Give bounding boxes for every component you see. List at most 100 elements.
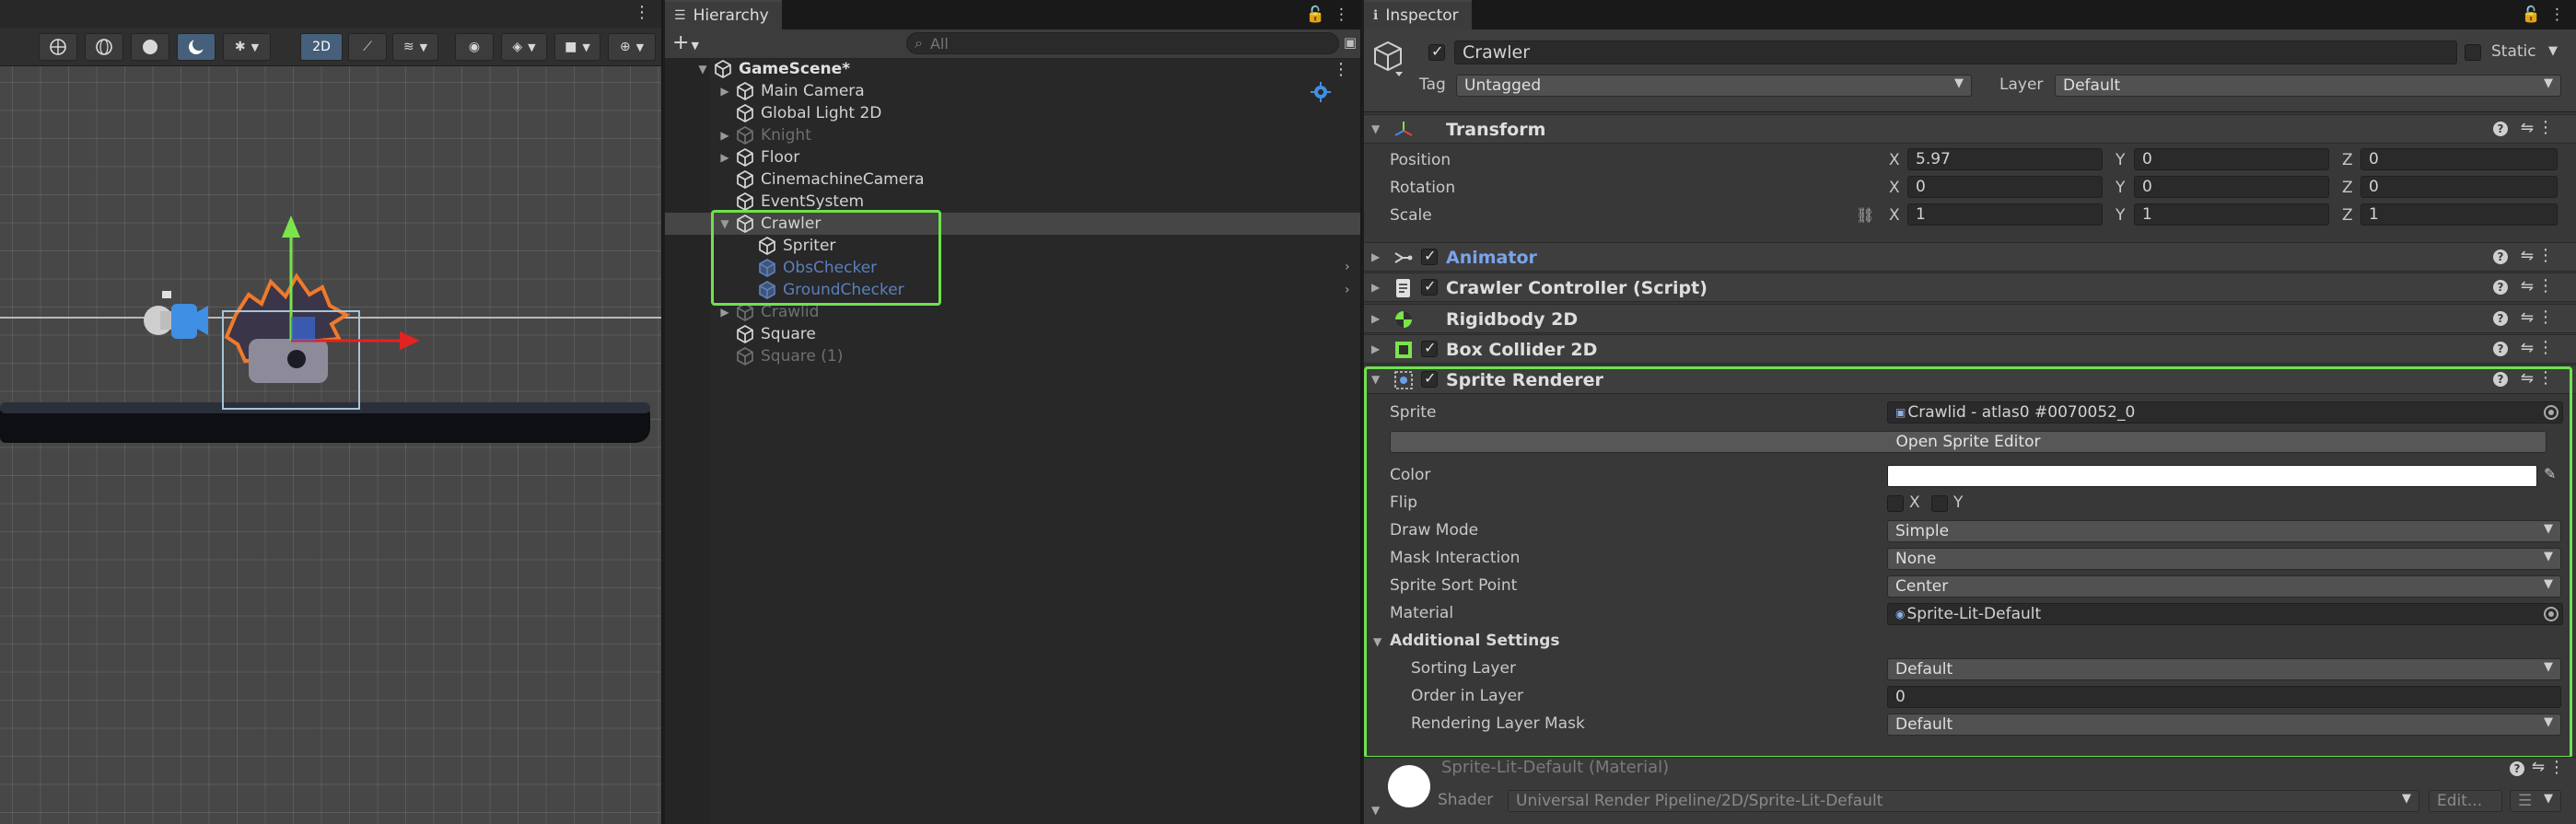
more-menu-icon[interactable]: ⋮ [634, 3, 650, 22]
position-z-field[interactable]: 0 [2360, 148, 2558, 170]
hierarchy-item[interactable]: CinemachineCamera [665, 168, 1360, 191]
hierarchy-item[interactable]: ▼ Crawler [665, 213, 1360, 235]
hierarchy-item[interactable]: Square (1) [665, 345, 1360, 367]
hierarchy-item[interactable]: ▶ Knight [665, 124, 1360, 146]
edit-shader-button[interactable]: Edit... [2429, 790, 2502, 812]
scale-z-field[interactable]: 1 [2360, 203, 2558, 226]
scale-y-field[interactable]: 1 [2134, 203, 2329, 226]
foldout-open-icon[interactable]: ▼ [718, 217, 731, 230]
object-name-field[interactable]: Crawler [1454, 41, 2457, 64]
sprite-renderer-header[interactable]: ▼ Sprite Renderer ? ⇋ ⋮ [1364, 365, 2576, 394]
scene-layers-button[interactable]: ◈ ▼ [501, 33, 547, 61]
presets-icon[interactable]: ⇋ [2532, 758, 2545, 776]
view-tool-button-4[interactable] [177, 33, 216, 61]
layer-dropdown[interactable]: Default ▼ [2055, 75, 2561, 97]
eyedropper-icon[interactable]: ✎ [2544, 465, 2556, 482]
static-checkbox[interactable] [2465, 44, 2481, 61]
presets-icon[interactable]: ⇋ [2521, 308, 2534, 327]
material-object-field[interactable]: ◉ Sprite-Lit-Default [1887, 603, 2563, 625]
position-x-field[interactable]: 5.97 [1907, 148, 2103, 170]
foldout-open-icon[interactable]: ▼ [696, 63, 709, 75]
sprite-object-field[interactable]: ▣ Crawlid - atlas0 #0070052_0 [1887, 401, 2563, 424]
lighting-toggle-button[interactable]: ⟋ [348, 33, 387, 61]
more-menu-icon[interactable]: ⋮ [2549, 6, 2565, 24]
hierarchy-item[interactable]: GroundChecker [665, 279, 1360, 301]
foldout-closed-icon[interactable]: ▶ [1371, 342, 1380, 355]
camera-settings-button[interactable]: ■ ▼ [554, 33, 600, 61]
component-menu-icon[interactable]: ⋮ [2537, 276, 2554, 296]
gizmos-button[interactable]: ⊕ ▼ [608, 33, 656, 61]
object-picker-icon[interactable] [2544, 405, 2559, 420]
collider-header[interactable]: ▶ Box Collider 2D ? ⇋ ⋮ [1364, 334, 2576, 364]
sorting-layer-dropdown[interactable]: Default ▼ [1887, 658, 2561, 680]
audio-toggle-button[interactable]: ≋ ▼ [392, 33, 438, 61]
position-y-field[interactable]: 0 [2134, 148, 2329, 170]
presets-icon[interactable]: ⇋ [2521, 277, 2534, 296]
transform-header[interactable]: ▼ Transform ? ⇋ ⋮ [1364, 114, 2576, 144]
filter-icon[interactable]: ▣ [1344, 34, 1357, 51]
foldout-closed-icon[interactable]: ▶ [718, 129, 731, 142]
component-menu-icon[interactable]: ⋮ [2548, 758, 2565, 777]
controller-enabled-checkbox[interactable] [1421, 277, 1438, 296]
sprite-renderer-enabled-checkbox[interactable] [1421, 369, 1438, 388]
rotation-z-field[interactable]: 0 [2360, 176, 2558, 198]
lock-icon[interactable]: 🔓 [1306, 6, 1325, 24]
foldout-closed-icon[interactable]: ▶ [1371, 312, 1380, 325]
foldout-closed-icon[interactable]: ▶ [718, 306, 731, 319]
component-menu-icon[interactable]: ⋮ [2537, 338, 2554, 357]
component-menu-icon[interactable]: ⋮ [2537, 246, 2554, 265]
hierarchy-item[interactable]: ▶ Floor [665, 146, 1360, 168]
foldout-open-icon[interactable]: ▼ [1371, 804, 1380, 817]
presets-icon[interactable]: ⇋ [2521, 369, 2534, 388]
help-icon[interactable]: ? [2493, 311, 2508, 326]
presets-icon[interactable]: ⇋ [2521, 119, 2534, 137]
rotation-x-field[interactable]: 0 [1907, 176, 2103, 198]
controller-header[interactable]: ▶ Crawler Controller (Script) ? ⇋ ⋮ [1364, 273, 2576, 302]
view-tool-button-2[interactable] [85, 33, 123, 61]
shader-dropdown[interactable]: Universal Render Pipeline/2D/Sprite-Lit-… [1508, 790, 2419, 812]
draw-mode-dropdown[interactable]: Simple ▼ [1887, 520, 2561, 542]
flip-y-checkbox[interactable] [1931, 495, 1948, 512]
rendering-layer-mask-dropdown[interactable]: Default ▼ [1887, 714, 2561, 736]
help-icon[interactable]: ? [2493, 342, 2508, 356]
hierarchy-item[interactable]: Spriter [665, 235, 1360, 257]
hierarchy-search[interactable]: ⌕ [906, 32, 1339, 54]
order-in-layer-field[interactable]: 0 [1887, 686, 2561, 708]
component-menu-icon[interactable]: ⋮ [2537, 368, 2554, 388]
help-icon[interactable]: ? [2493, 250, 2508, 264]
tab-hierarchy[interactable]: ☰ Hierarchy [665, 0, 782, 29]
flip-x-checkbox[interactable] [1887, 495, 1904, 512]
visibility-button[interactable]: ◉ [455, 33, 494, 61]
scene-view[interactable]: ⋮ ✱ ▼ 2D ⟋ ≋ ▼ ◉ ◈ ▼ ■ ▼ ⊕ ▼ [0, 0, 663, 824]
foldout-open-icon[interactable]: ▼ [1371, 373, 1380, 386]
help-icon[interactable]: ? [2493, 280, 2508, 295]
scene-menu-icon[interactable]: ⋮ [1333, 60, 1349, 79]
lock-icon[interactable]: 🔓 [2522, 6, 2541, 24]
scene-gizmo-icon[interactable] [1310, 81, 1334, 103]
add-button[interactable]: + ▼ [672, 31, 699, 54]
hierarchy-item[interactable]: EventSystem [665, 191, 1360, 213]
animator-enabled-checkbox[interactable] [1421, 247, 1438, 265]
hierarchy-item[interactable]: ObsChecker [665, 257, 1360, 279]
open-prefab-arrow-icon[interactable]: › [1345, 283, 1350, 297]
constrain-proportions-icon[interactable]: ⛓ [1856, 206, 1874, 224]
open-prefab-arrow-icon[interactable]: › [1345, 260, 1350, 274]
rigidbody-header[interactable]: ▶ Rigidbody 2D ? ⇋ ⋮ [1364, 304, 2576, 333]
shader-options-button[interactable]: ☰ ▼ [2510, 790, 2561, 812]
hierarchy-item[interactable]: ▶ Main Camera [665, 80, 1360, 102]
hierarchy-item[interactable]: ▶ Crawlid [665, 301, 1360, 323]
static-dropdown-caret[interactable]: ▼ [2548, 44, 2558, 58]
hierarchy-item[interactable]: Square [665, 323, 1360, 345]
foldout-closed-icon[interactable]: ▶ [1371, 281, 1380, 294]
hierarchy-item[interactable]: Global Light 2D [665, 102, 1360, 124]
foldout-closed-icon[interactable]: ▶ [718, 85, 731, 98]
foldout-closed-icon[interactable]: ▶ [718, 151, 731, 164]
search-input[interactable] [929, 34, 1317, 52]
camera-gizmo-icon[interactable] [138, 285, 212, 350]
presets-icon[interactable]: ⇋ [2521, 247, 2534, 265]
debug-view-button[interactable]: ✱ ▼ [223, 33, 271, 61]
view-tool-button-1[interactable] [39, 33, 77, 61]
presets-icon[interactable]: ⇋ [2521, 339, 2534, 357]
tab-inspector[interactable]: ℹ Inspector [1364, 0, 1472, 29]
scale-x-field[interactable]: 1 [1907, 203, 2103, 226]
